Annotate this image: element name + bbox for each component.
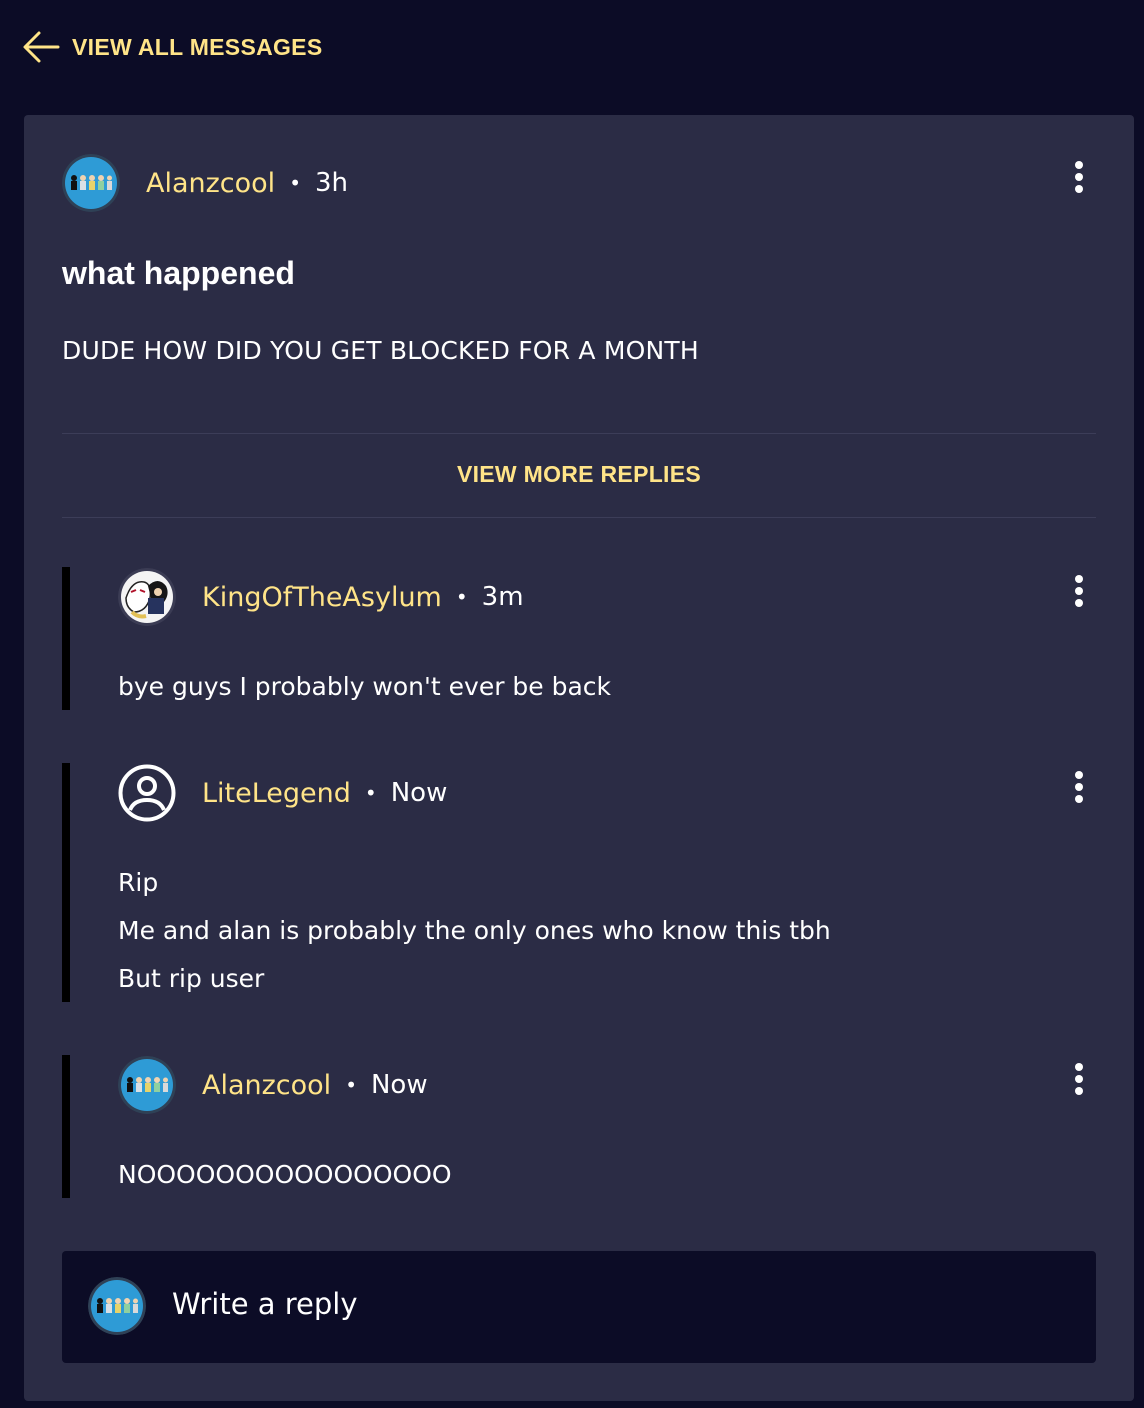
back-link-label: VIEW ALL MESSAGES bbox=[72, 33, 323, 60]
reply-input-placeholder[interactable]: Write a reply bbox=[172, 1287, 358, 1321]
reply-item: LiteLegend • Now Rip Me and alan is prob… bbox=[62, 763, 1096, 1002]
avatar bbox=[88, 1277, 146, 1335]
reply-composer[interactable]: Write a reply bbox=[62, 1251, 1096, 1363]
reply-more-options-icon[interactable] bbox=[1064, 1059, 1094, 1099]
reply-body: NOOOOOOOOOOOOOOOO bbox=[118, 1151, 452, 1199]
reply-text-line: Rip bbox=[118, 868, 159, 897]
divider bbox=[62, 433, 1096, 434]
avatar[interactable] bbox=[118, 568, 176, 626]
avatar-image bbox=[88, 1277, 146, 1335]
avatar[interactable] bbox=[118, 1056, 176, 1114]
post-timestamp: 3h bbox=[314, 168, 349, 198]
avatar[interactable] bbox=[118, 764, 176, 822]
post-author[interactable]: Alanzcool bbox=[146, 168, 275, 199]
reply-timestamp: Now bbox=[390, 778, 448, 808]
view-more-replies-button[interactable]: VIEW MORE REPLIES bbox=[62, 461, 1096, 488]
reply-author[interactable]: Alanzcool bbox=[202, 1070, 331, 1101]
post-header: Alanzcool • 3h bbox=[62, 153, 348, 213]
reply-timestamp: 3m bbox=[481, 582, 524, 612]
avatar[interactable] bbox=[62, 154, 120, 212]
separator-dot: • bbox=[455, 585, 468, 609]
reply-timestamp: Now bbox=[370, 1070, 428, 1100]
reply-item: Alanzcool • Now NOOOOOOOOOOOOOOOO bbox=[62, 1055, 1096, 1198]
reply-header: Alanzcool • Now bbox=[118, 1055, 428, 1115]
separator-dot: • bbox=[364, 781, 377, 805]
avatar-image bbox=[118, 568, 176, 626]
reply-thread-bar bbox=[62, 567, 70, 710]
reply-text-line: NOOOOOOOOOOOOOOOO bbox=[118, 1160, 452, 1189]
message-thread-card: Alanzcool • 3h what happened DUDE HOW DI… bbox=[24, 115, 1134, 1401]
avatar-image bbox=[118, 1056, 176, 1114]
user-circle-icon bbox=[118, 764, 176, 822]
avatar-image bbox=[62, 154, 120, 212]
reply-header: KingOfTheAsylum • 3m bbox=[118, 567, 524, 627]
reply-author[interactable]: KingOfTheAsylum bbox=[202, 582, 442, 613]
reply-text-line: Me and alan is probably the only ones wh… bbox=[118, 916, 831, 945]
reply-body: bye guys I probably won't ever be back bbox=[118, 663, 611, 711]
reply-item: KingOfTheAsylum • 3m bye guys I probably… bbox=[62, 567, 1096, 710]
reply-more-options-icon[interactable] bbox=[1064, 571, 1094, 611]
divider bbox=[62, 517, 1096, 518]
reply-header: LiteLegend • Now bbox=[118, 763, 447, 823]
separator-dot: • bbox=[289, 171, 301, 195]
post-more-options-icon[interactable] bbox=[1064, 157, 1094, 197]
back-to-messages-link[interactable]: VIEW ALL MESSAGES bbox=[22, 28, 322, 66]
reply-author[interactable]: LiteLegend bbox=[202, 778, 351, 809]
reply-body: Rip Me and alan is probably the only one… bbox=[118, 859, 831, 1003]
post-body: DUDE HOW DID YOU GET BLOCKED FOR A MONTH bbox=[62, 336, 699, 365]
reply-text-line: bye guys I probably won't ever be back bbox=[118, 672, 612, 701]
post-title: what happened bbox=[62, 255, 295, 291]
reply-more-options-icon[interactable] bbox=[1064, 767, 1094, 807]
reply-thread-bar bbox=[62, 763, 70, 1002]
reply-thread-bar bbox=[62, 1055, 70, 1198]
separator-dot: • bbox=[345, 1073, 357, 1097]
arrow-left-icon bbox=[23, 31, 60, 63]
reply-text-line: But rip user bbox=[118, 964, 265, 993]
